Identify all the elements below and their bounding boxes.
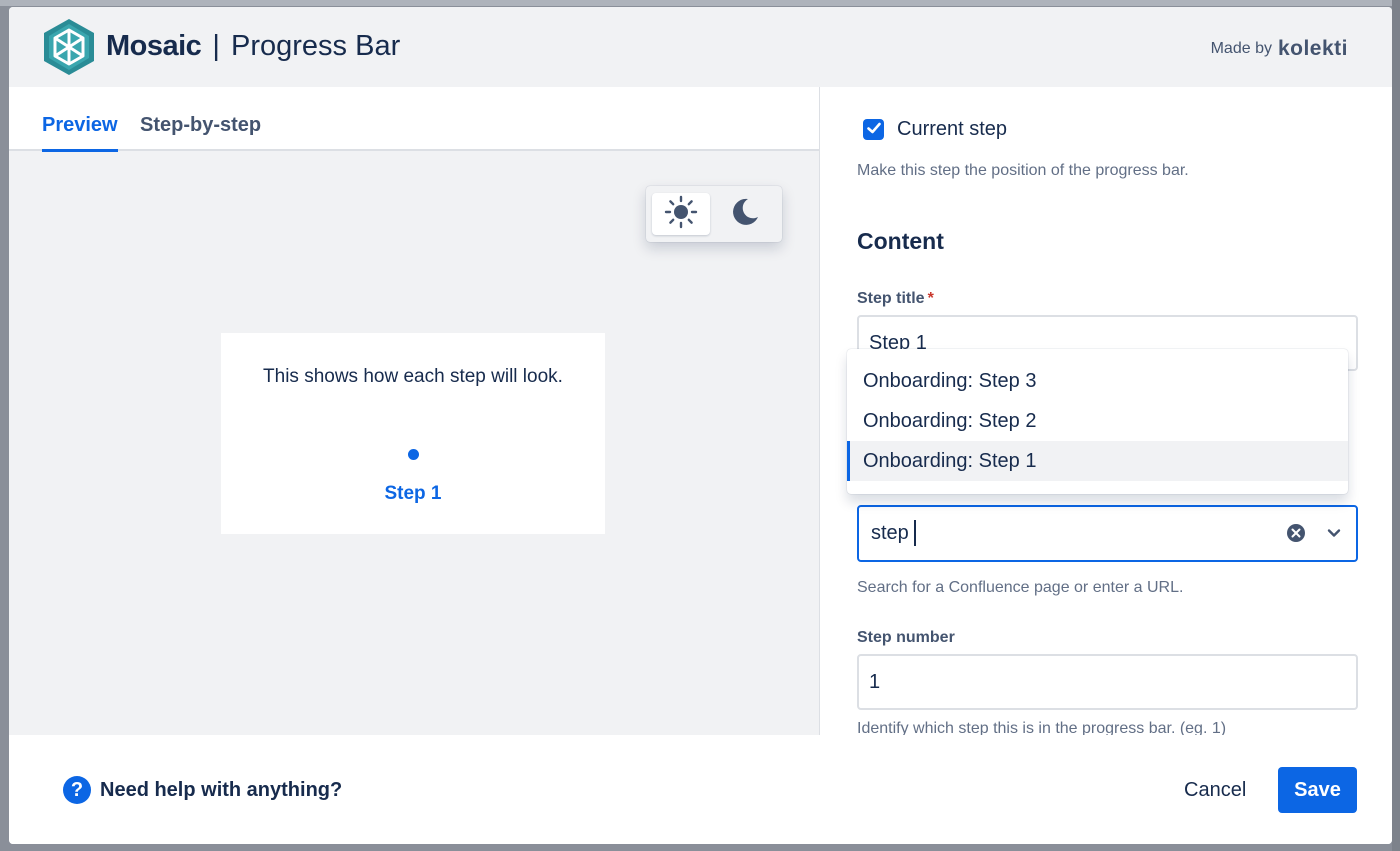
- step-preview-card: This shows how each step will look. Step…: [221, 333, 605, 534]
- app-name: Progress Bar: [231, 30, 401, 62]
- step-number-input[interactable]: 1: [857, 654, 1358, 710]
- made-by: Made by kolekti: [1211, 37, 1348, 61]
- destination-search-input[interactable]: step: [857, 505, 1358, 562]
- preview-step-label: Step 1: [384, 483, 442, 504]
- sun-icon: [664, 195, 698, 234]
- current-step-checkbox[interactable]: [863, 119, 884, 140]
- dark-theme-button[interactable]: [716, 193, 774, 235]
- dropdown-option[interactable]: Onboarding: Step 3: [847, 361, 1348, 401]
- dropdown-option-selected[interactable]: Onboarding: Step 1: [847, 441, 1348, 481]
- save-button[interactable]: Save: [1278, 767, 1357, 813]
- clear-icon[interactable]: [1286, 523, 1306, 548]
- theme-toggle: [646, 186, 782, 242]
- destination-search-value: step: [871, 522, 909, 544]
- dropdown-option[interactable]: Onboarding: Step 2: [847, 401, 1348, 441]
- current-step-label: Current step: [897, 118, 1008, 140]
- destination-dropdown-menu: Onboarding: Step 3 Onboarding: Step 2 On…: [847, 349, 1348, 494]
- chevron-down-icon[interactable]: [1326, 525, 1342, 546]
- step-title-label: Step title *: [857, 290, 934, 308]
- backdrop: [0, 0, 1400, 6]
- preview-pane: Preview Step-by-step This shows how each…: [9, 87, 819, 735]
- tab-bar: Preview Step-by-step: [9, 87, 819, 152]
- cancel-button[interactable]: Cancel: [1172, 767, 1258, 813]
- step-title-label-text: Step title: [857, 290, 925, 307]
- modal-title: Mosaic | Progress Bar: [106, 29, 400, 63]
- required-marker: *: [927, 290, 934, 307]
- checkmark-icon: [866, 121, 881, 139]
- modal-footer: ? Need help with anything? Cancel Save: [9, 735, 1392, 844]
- help-link[interactable]: Need help with anything?: [100, 779, 342, 802]
- moon-icon: [729, 196, 761, 233]
- content-section-title: Content: [857, 228, 944, 254]
- step-number-label: Step number: [857, 629, 955, 646]
- kolekti-logo: kolekti: [1277, 37, 1348, 60]
- light-theme-button[interactable]: [652, 193, 710, 235]
- backdrop-edge: [1392, 0, 1400, 851]
- mosaic-logo-icon: [42, 18, 96, 76]
- current-step-helper: Make this step the position of the progr…: [857, 162, 1189, 179]
- tab-step-by-step[interactable]: Step-by-step: [140, 114, 261, 149]
- brand-separator: |: [212, 30, 220, 62]
- preview-message: This shows how each step will look.: [263, 366, 563, 387]
- destination-helper: Search for a Confluence page or enter a …: [857, 579, 1184, 596]
- brand-name: Mosaic: [106, 30, 202, 62]
- modal-header: Mosaic | Progress Bar Made by kolekti: [9, 7, 1392, 87]
- tab-preview[interactable]: Preview: [42, 114, 118, 152]
- made-by-label: Made by: [1210, 40, 1272, 57]
- text-cursor: [914, 520, 916, 546]
- step-marker-dot: [408, 449, 419, 460]
- help-question-icon[interactable]: ?: [63, 776, 91, 804]
